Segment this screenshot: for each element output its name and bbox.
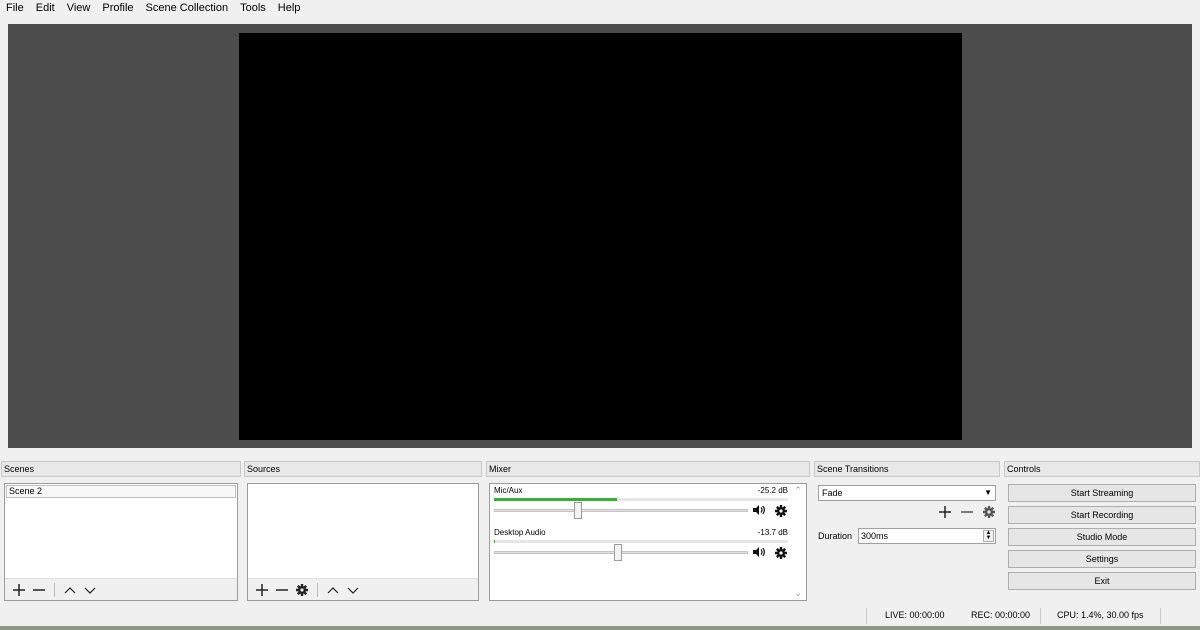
menu-view[interactable]: View — [61, 0, 97, 16]
mixer-icons — [752, 546, 788, 563]
remove-source-minus-icon[interactable] — [274, 582, 290, 598]
scene-item[interactable]: Scene 2 — [6, 485, 236, 498]
volume-slider-thumb[interactable] — [574, 502, 582, 519]
start-streaming-button[interactable]: Start Streaming — [1008, 484, 1196, 502]
volume-meter — [494, 540, 788, 543]
mixer-icons — [752, 504, 788, 521]
preview-area — [8, 24, 1192, 448]
duration-value: 300ms — [861, 531, 889, 541]
status-separator — [1040, 608, 1041, 624]
menu-profile[interactable]: Profile — [96, 0, 139, 16]
mixer-strip-mic: Mic/Aux -25.2 dB — [494, 484, 788, 526]
scenes-list[interactable]: Scene 2 — [4, 483, 238, 601]
menu-scene-collection[interactable]: Scene Collection — [140, 0, 235, 16]
scenes-toolbar — [5, 578, 237, 600]
transition-selected-value: Fade — [822, 488, 843, 498]
toolbar-separator — [54, 582, 55, 597]
live-timer: LIVE: 00:00:00 — [885, 610, 945, 620]
menu-file[interactable]: File — [0, 0, 30, 16]
scenes-dock: Scenes Scene 2 — [1, 461, 241, 604]
mixer-title: Mixer — [486, 461, 810, 477]
scenes-title: Scenes — [1, 461, 241, 477]
mute-speaker-icon[interactable] — [752, 504, 766, 521]
mixer-dock: Mixer Mic/Aux -25.2 dB Desktop Audio -13… — [486, 461, 810, 604]
status-bar: LIVE: 00:00:00 REC: 00:00:00 CPU: 1.4%, … — [0, 606, 1200, 626]
mixer-channel-name: Mic/Aux — [494, 486, 523, 495]
scroll-down-chevron-icon[interactable]: ⌄ — [794, 588, 802, 599]
menu-tools[interactable]: Tools — [234, 0, 272, 16]
mixer-channel-db: -13.7 dB — [757, 528, 788, 537]
dropdown-arrow-icon: ▼ — [984, 488, 992, 497]
menu-help[interactable]: Help — [272, 0, 307, 16]
transition-select[interactable]: Fade ▼ — [818, 485, 996, 501]
transition-properties-gear-icon[interactable] — [982, 505, 996, 522]
add-scene-plus-icon[interactable] — [11, 582, 27, 598]
move-scene-up-chevron-up-icon[interactable] — [62, 582, 78, 598]
volume-slider-track[interactable] — [494, 509, 748, 512]
start-recording-button[interactable]: Start Recording — [1008, 506, 1196, 524]
remove-scene-minus-icon[interactable] — [31, 582, 47, 598]
move-scene-down-chevron-down-icon[interactable] — [82, 582, 98, 598]
volume-meter — [494, 498, 788, 501]
sources-title: Sources — [244, 461, 482, 477]
controls-title: Controls — [1004, 461, 1200, 477]
duration-input[interactable]: 300ms ▲ ▼ — [858, 528, 996, 544]
preview-canvas[interactable] — [239, 33, 962, 440]
channel-settings-gear-icon[interactable] — [774, 546, 788, 563]
mixer-scrollbar[interactable]: ⌃ ⌄ — [791, 485, 805, 599]
mixer-channel-name: Desktop Audio — [494, 528, 546, 537]
toolbar-separator — [317, 582, 318, 597]
source-properties-gear-icon[interactable] — [294, 582, 310, 598]
remove-transition-minus-icon[interactable] — [960, 505, 974, 522]
menu-edit[interactable]: Edit — [30, 0, 61, 16]
cpu-fps: CPU: 1.4%, 30.00 fps — [1057, 610, 1144, 620]
status-separator — [1160, 608, 1161, 624]
sources-toolbar — [248, 578, 478, 600]
settings-button[interactable]: Settings — [1008, 550, 1196, 568]
sources-list[interactable] — [247, 483, 479, 601]
taskbar-strip — [0, 626, 1200, 630]
duration-spinner[interactable]: ▲ ▼ — [983, 530, 994, 542]
meter-level — [494, 498, 618, 501]
rec-timer: REC: 00:00:00 — [971, 610, 1031, 620]
menu-bar: File Edit View Profile Scene Collection … — [0, 0, 1200, 16]
controls-dock: Controls Start Streaming Start Recording… — [1004, 461, 1200, 604]
exit-button[interactable]: Exit — [1008, 572, 1196, 590]
status-separator — [866, 608, 867, 624]
mixer-channel-db: -25.2 dB — [757, 486, 788, 495]
mute-speaker-icon[interactable] — [752, 546, 766, 563]
mixer-strip-desktop: Desktop Audio -13.7 dB — [494, 526, 788, 568]
transition-buttons — [938, 505, 996, 522]
mixer-panel: Mic/Aux -25.2 dB Desktop Audio -13.7 dB — [489, 483, 807, 601]
scene-transitions-title: Scene Transitions — [814, 461, 1000, 477]
scene-transitions-dock: Scene Transitions Fade ▼ Duration 300ms … — [814, 461, 1000, 604]
move-source-up-chevron-up-icon[interactable] — [325, 582, 341, 598]
duration-label: Duration — [818, 531, 853, 541]
meter-level — [494, 540, 495, 543]
sources-dock: Sources — [244, 461, 482, 604]
studio-mode-button[interactable]: Studio Mode — [1008, 528, 1196, 546]
move-source-down-chevron-down-icon[interactable] — [345, 582, 361, 598]
volume-slider-thumb[interactable] — [614, 544, 622, 561]
add-source-plus-icon[interactable] — [254, 582, 270, 598]
scroll-up-chevron-icon[interactable]: ⌃ — [794, 485, 802, 496]
channel-settings-gear-icon[interactable] — [774, 504, 788, 521]
spin-down-icon[interactable]: ▼ — [986, 535, 992, 541]
add-transition-plus-icon[interactable] — [938, 505, 952, 522]
